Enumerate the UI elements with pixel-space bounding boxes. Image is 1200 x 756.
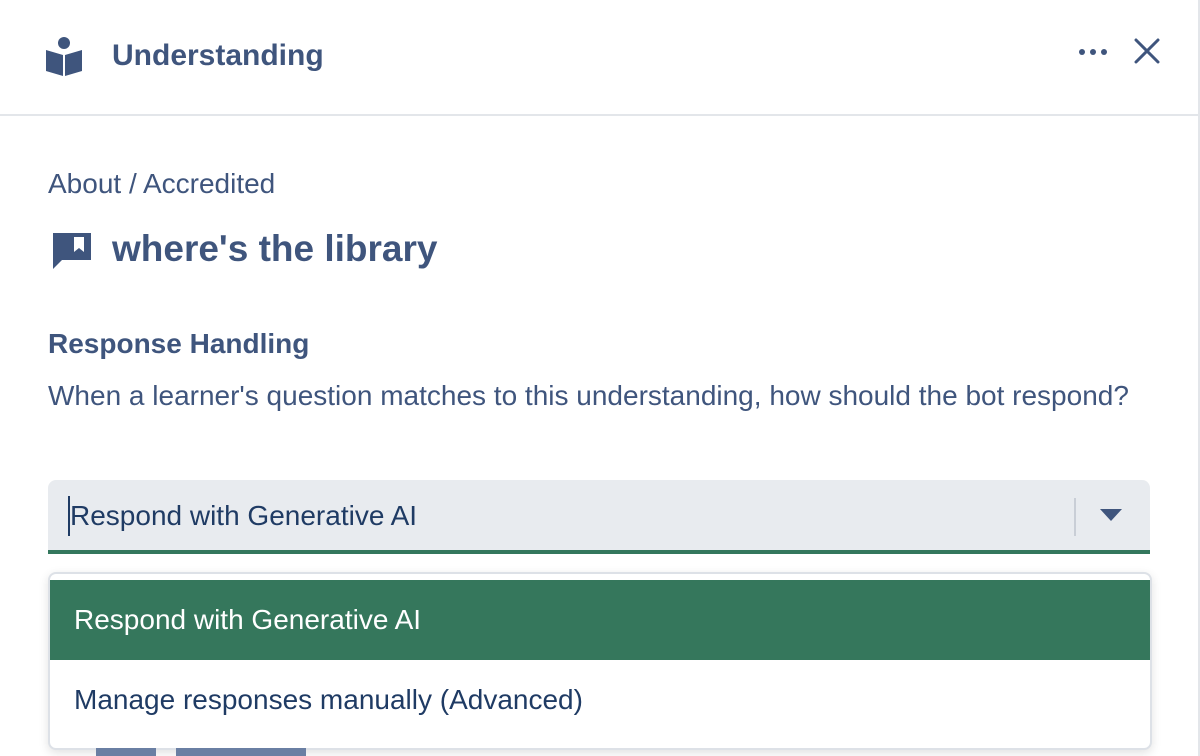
- breadcrumb[interactable]: About / Accredited: [48, 166, 275, 202]
- option-manual-responses[interactable]: Manage responses manually (Advanced): [50, 660, 1150, 740]
- select-value: Respond with Generative AI: [70, 500, 418, 531]
- chat-bubble-bookmark-icon: [53, 233, 91, 269]
- reading-book-icon: [46, 37, 82, 76]
- select-divider: [1074, 498, 1076, 536]
- option-label: Manage responses manually (Advanced): [74, 684, 583, 715]
- understanding-title: where's the library: [112, 228, 438, 269]
- close-icon[interactable]: [1130, 34, 1164, 68]
- response-handling-title: Response Handling: [48, 328, 310, 359]
- chevron-down-icon[interactable]: [1100, 508, 1122, 522]
- obscured-content: [96, 748, 306, 756]
- panel-header: Understanding: [0, 0, 1200, 116]
- response-handling-description: When a learner's question matches to thi…: [48, 380, 1129, 411]
- panel-title: Understanding: [112, 39, 324, 72]
- response-handling-select[interactable]: Respond with Generative AI: [48, 480, 1150, 554]
- more-horizontal-icon[interactable]: [1074, 36, 1112, 70]
- option-generative-ai[interactable]: Respond with Generative AI: [50, 580, 1150, 660]
- option-label: Respond with Generative AI: [74, 604, 422, 635]
- understanding-panel: Understanding About / Accredited where's…: [0, 0, 1200, 756]
- response-handling-dropdown: Respond with Generative AI Manage respon…: [48, 572, 1152, 750]
